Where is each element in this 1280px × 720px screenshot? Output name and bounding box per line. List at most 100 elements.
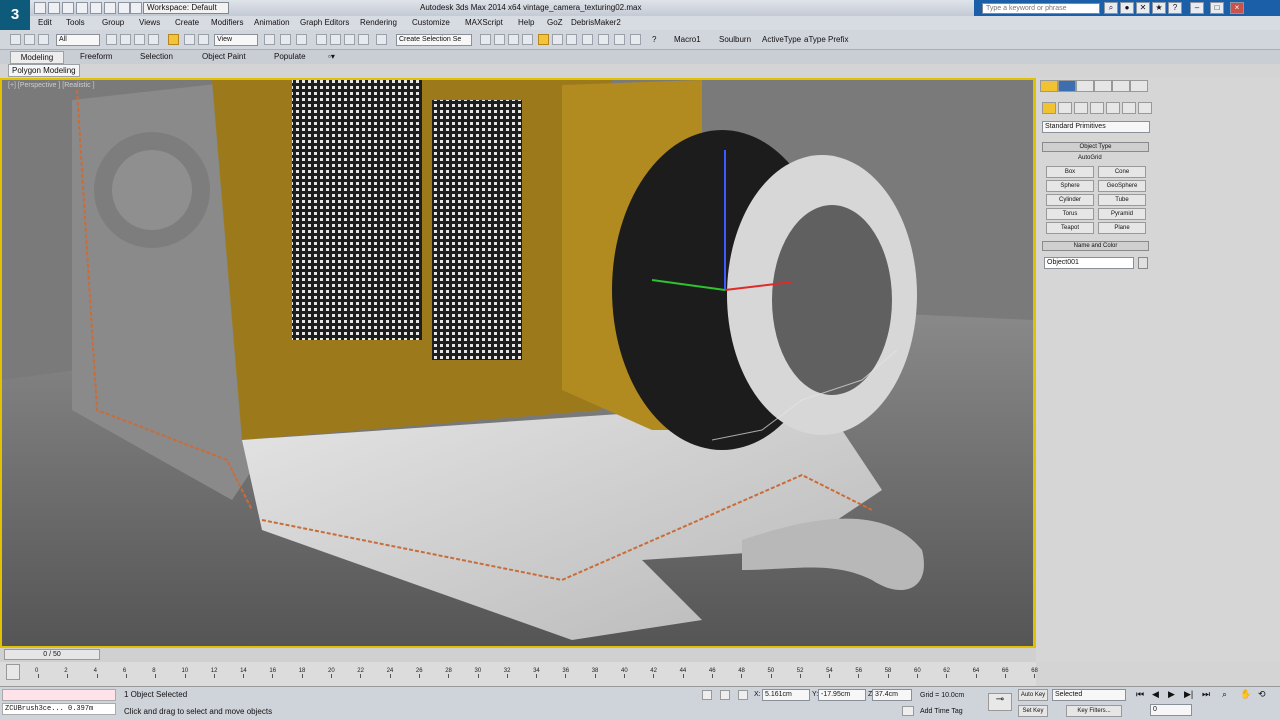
time-slider-bar[interactable] [0,648,1036,662]
ribbon-options-icon[interactable]: ▫▾ [328,52,335,62]
autogrid-checkbox[interactable]: AutoGrid [1078,155,1102,161]
schematic-view-icon[interactable] [566,34,577,45]
cylinder-button[interactable]: Cylinder [1046,194,1094,206]
pivot-center-icon[interactable] [264,34,275,45]
object-name-input[interactable]: Object001 [1044,257,1134,269]
tab-populate[interactable]: Populate [274,52,306,62]
scene-explorer-icon[interactable] [538,34,549,45]
menu-debrismaker[interactable]: DebrisMaker2 [571,17,621,29]
menu-maxscript[interactable]: MAXScript [465,17,503,29]
fetch-icon[interactable] [118,2,130,14]
systems-icon[interactable] [1138,102,1152,114]
play-icon[interactable]: ▶ [1168,689,1175,700]
menu-animation[interactable]: Animation [254,17,290,29]
rendered-frame-icon[interactable] [614,34,625,45]
mirror-icon[interactable] [480,34,491,45]
select-link-icon[interactable] [24,34,35,45]
object-color-swatch[interactable] [1138,257,1148,269]
activetype-button[interactable]: ActiveType [762,36,801,44]
menu-graph-editors[interactable]: Graph Editors [300,17,349,29]
polygon-modeling-panel[interactable]: Polygon Modeling [8,64,80,77]
torus-button[interactable]: Torus [1046,208,1094,220]
menu-tools[interactable]: Tools [66,17,85,29]
app-logo-icon[interactable]: 3 [0,0,30,30]
select-object-icon[interactable] [106,34,117,45]
reference-coordinate-dropdown[interactable]: View [214,34,258,46]
next-frame-icon[interactable]: ▶| [1184,689,1193,700]
named-selection-dropdown[interactable]: Create Selection Se [396,34,472,46]
isolate-selection-icon[interactable] [720,690,730,700]
window-crossing-icon[interactable] [148,34,159,45]
display-tab-icon[interactable] [1112,80,1130,92]
save-file-icon[interactable] [62,2,74,14]
menu-create[interactable]: Create [175,17,199,29]
rect-selection-icon[interactable] [134,34,145,45]
search-icon[interactable]: ⌕ [1104,2,1118,14]
spinner-snap-icon[interactable] [358,34,369,45]
menu-modifiers[interactable]: Modifiers [211,17,243,29]
star-icon[interactable]: ★ [1152,2,1166,14]
menu-customize[interactable]: Customize [412,17,450,29]
tab-selection[interactable]: Selection [140,52,173,62]
helpers-icon[interactable] [1106,102,1120,114]
exchange-icon[interactable]: ✕ [1136,2,1150,14]
select-manipulate-icon[interactable] [280,34,291,45]
rotate-tool-icon[interactable] [184,34,195,45]
undo-icon[interactable] [76,2,88,14]
workspace-dropdown[interactable]: Workspace: Default [143,2,229,14]
viewport-label[interactable]: [+] [Perspective ] [Realistic ] [8,82,95,90]
redo-icon[interactable] [90,2,102,14]
pan-icon[interactable]: ✋ [1240,689,1251,700]
primitives-dropdown[interactable]: Standard Primitives [1042,121,1150,133]
lock-selection-icon[interactable] [702,690,712,700]
material-editor-icon[interactable] [582,34,593,45]
tab-freeform[interactable]: Freeform [80,52,112,62]
snaps-toggle-icon[interactable] [316,34,327,45]
render-setup-icon[interactable] [598,34,609,45]
orbit-icon[interactable]: ⟲ [1258,689,1266,700]
menu-views[interactable]: Views [139,17,160,29]
sphere-button[interactable]: Sphere [1046,180,1094,192]
perspective-viewport[interactable]: [+] [Perspective ] [Realistic ] [2,80,1033,646]
teapot-button[interactable]: Teapot [1046,222,1094,234]
transform-mode-icon[interactable] [738,690,748,700]
modify-tab-icon[interactable] [1058,80,1076,92]
create-tab-icon[interactable] [1040,80,1058,92]
geosphere-button[interactable]: GeoSphere [1098,180,1146,192]
auto-key-button[interactable]: Auto Key [1018,689,1048,701]
x-coordinate-field[interactable]: 5.161cm [762,689,810,701]
maxscript-listener-input[interactable] [2,689,116,701]
set-key-button[interactable]: Set Key [1018,705,1048,717]
motion-tab-icon[interactable] [1094,80,1112,92]
atype-prefix-button[interactable]: aType Prefix [804,36,848,44]
previous-frame-icon[interactable]: ◀ [1152,689,1159,700]
move-tool-icon[interactable] [168,34,179,45]
macro1-button[interactable]: Macro1 [674,36,701,44]
help-icon[interactable]: ? [1168,2,1182,14]
maximize-icon[interactable]: □ [1210,2,1224,14]
user-icon[interactable]: ● [1120,2,1134,14]
menu-rendering[interactable]: Rendering [360,17,397,29]
undo-tool-icon[interactable] [10,34,21,45]
time-tag-icon[interactable] [902,706,914,716]
shapes-icon[interactable] [1058,102,1072,114]
new-file-icon[interactable] [34,2,46,14]
layer-explorer-icon[interactable] [508,34,519,45]
hold-icon[interactable] [104,2,116,14]
soulburn-button[interactable]: Soulburn [719,36,751,44]
utilities-tab-icon[interactable] [1130,80,1148,92]
search-input[interactable]: Type a keyword or phrase [982,3,1100,14]
key-set-dropdown[interactable]: Selected [1052,689,1126,701]
graphite-toggle-icon[interactable] [522,34,533,45]
align-icon[interactable] [494,34,505,45]
object-type-rollout[interactable]: Object Type [1042,142,1149,152]
tube-button[interactable]: Tube [1098,194,1146,206]
close-icon[interactable]: × [1230,2,1244,14]
cone-button[interactable]: Cone [1098,166,1146,178]
select-by-name-icon[interactable] [120,34,131,45]
set-key-icon[interactable]: ⊸ [988,693,1012,711]
pyramid-button[interactable]: Pyramid [1098,208,1146,220]
edit-named-sel-icon[interactable] [376,34,387,45]
cameras-icon[interactable] [1090,102,1104,114]
current-frame-field[interactable]: 0 [1150,704,1192,716]
